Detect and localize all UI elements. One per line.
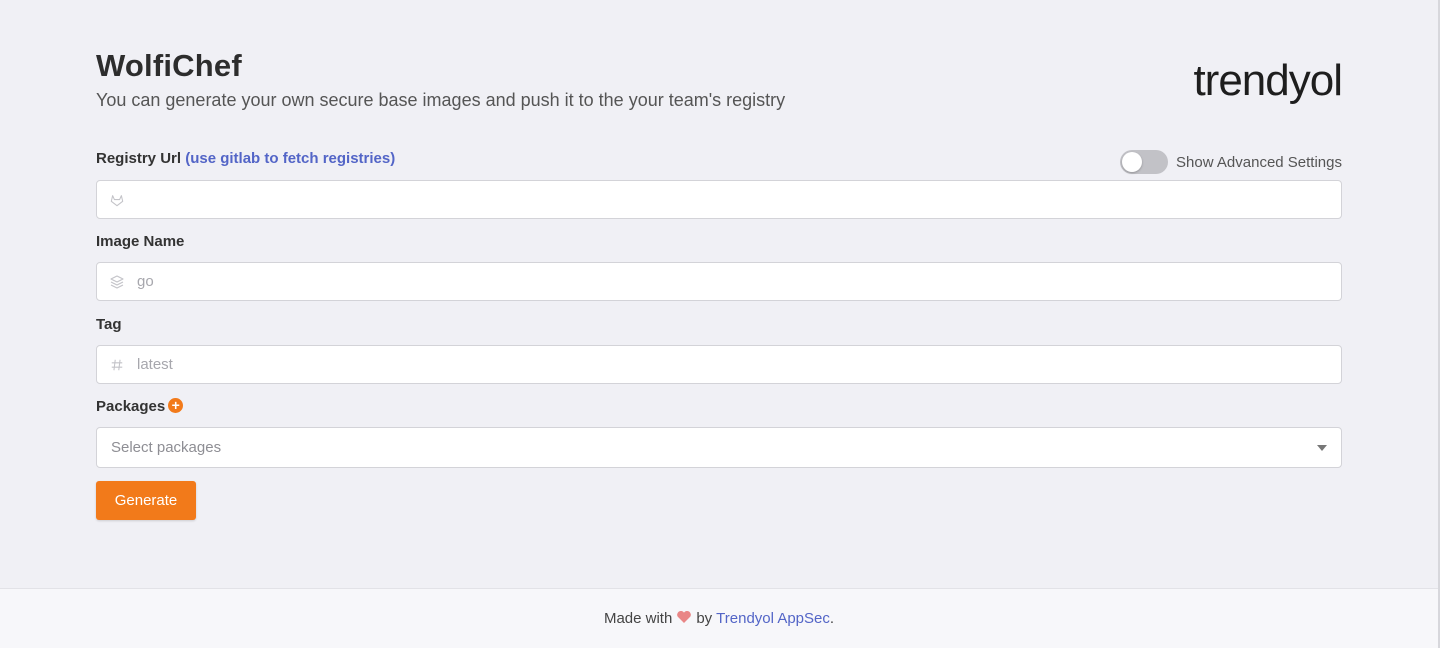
registry-url-label: Registry Url (use gitlab to fetch regist… bbox=[96, 150, 395, 167]
plus-circle-icon[interactable]: + bbox=[168, 398, 184, 413]
page-title: WolfiChef bbox=[96, 48, 242, 83]
footer-made-with: Made with bbox=[603, 610, 673, 627]
image-name-field bbox=[96, 262, 1342, 301]
layers-icon bbox=[97, 274, 137, 290]
heart-icon bbox=[676, 610, 692, 628]
trendyol-appsec-link[interactable]: Trendyol AppSec bbox=[716, 610, 830, 627]
tag-label: Tag bbox=[96, 316, 122, 333]
tag-input[interactable] bbox=[137, 346, 1341, 383]
advanced-settings-label: Show Advanced Settings bbox=[1176, 153, 1342, 171]
footer: Made with by Trendyol AppSec. bbox=[0, 588, 1438, 648]
packages-label-text: Packages bbox=[96, 398, 166, 415]
trendyol-logo: trendyol bbox=[1193, 56, 1343, 105]
generate-button[interactable]: Generate bbox=[96, 481, 196, 520]
hash-icon bbox=[97, 358, 137, 372]
tag-field bbox=[96, 345, 1342, 384]
packages-placeholder: Select packages bbox=[111, 439, 222, 456]
packages-label: Packages + bbox=[96, 398, 184, 415]
page-subtitle: You can generate your own secure base im… bbox=[96, 90, 786, 110]
image-name-label: Image Name bbox=[96, 233, 185, 250]
main-content: WolfiChef You can generate your own secu… bbox=[96, 0, 1343, 588]
use-gitlab-link[interactable]: (use gitlab to fetch registries) bbox=[185, 150, 395, 167]
footer-suffix: . bbox=[829, 610, 835, 627]
packages-select[interactable]: Select packages bbox=[96, 427, 1342, 468]
registry-url-label-text: Registry Url bbox=[96, 150, 182, 167]
registry-url-input[interactable] bbox=[137, 181, 1341, 218]
advanced-settings-toggle[interactable] bbox=[1120, 150, 1169, 174]
chevron-down-icon bbox=[1303, 444, 1341, 451]
image-name-input[interactable] bbox=[137, 263, 1341, 300]
toggle-knob bbox=[1122, 152, 1143, 172]
registry-url-field bbox=[96, 180, 1342, 219]
footer-by: by bbox=[696, 610, 713, 627]
advanced-settings-toggle-group: Show Advanced Settings bbox=[1120, 150, 1342, 174]
gitlab-icon bbox=[97, 193, 137, 207]
